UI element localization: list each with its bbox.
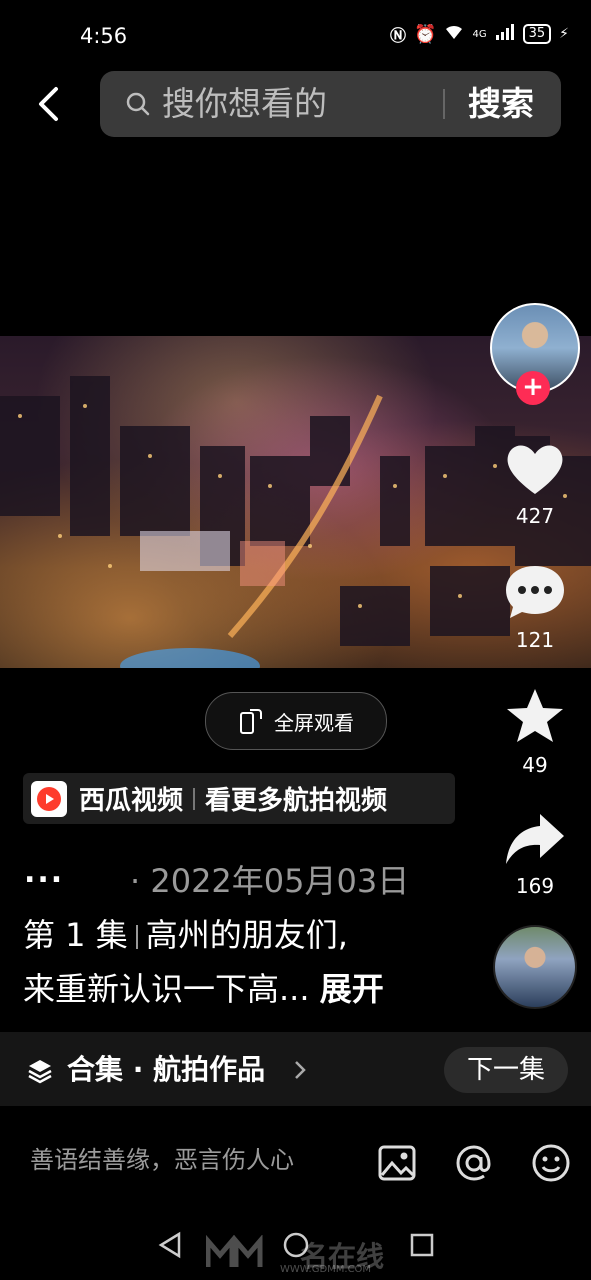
like-count: 427 <box>515 504 555 528</box>
xigua-desc: 看更多航拍视频 <box>205 786 388 816</box>
charging-icon: ⚡ <box>559 26 569 42</box>
alarm-icon: ⏰ <box>414 23 437 45</box>
music-disc[interactable] <box>493 925 577 1009</box>
battery-indicator: 35 <box>522 24 552 44</box>
caption-text-1: 高州的朋友们, <box>145 916 348 954</box>
emoji-icon[interactable] <box>530 1142 572 1184</box>
fullscreen-button[interactable]: 全屏观看 <box>205 692 387 750</box>
nav-recents-icon[interactable] <box>407 1230 437 1260</box>
comment-count: 121 <box>515 628 555 652</box>
comment-bubble-icon <box>506 566 564 618</box>
xigua-logo-icon <box>31 780 67 817</box>
xigua-divider <box>193 787 196 810</box>
status-time: 4:56 <box>80 24 128 48</box>
chevron-right-icon <box>291 1056 309 1084</box>
like-button[interactable] <box>500 438 570 498</box>
expand-button[interactable]: 展开 <box>320 970 384 1008</box>
network-type: 4G <box>472 28 487 40</box>
status-icons: Ⓝ ⏰ 4G 35 ⚡ <box>390 22 569 46</box>
layers-icon <box>26 1056 54 1084</box>
publish-date: · 2022年05月03日 <box>130 856 409 902</box>
heart-icon <box>507 445 563 494</box>
caption-line-1: 第 1 集高州的朋友们, <box>23 913 348 957</box>
search-divider <box>443 89 445 119</box>
image-icon[interactable] <box>376 1142 418 1184</box>
rotate-screen-icon <box>240 709 262 734</box>
follow-plus-button[interactable]: + <box>516 371 550 405</box>
xigua-name: 西瓜视频 <box>79 786 184 816</box>
share-button[interactable] <box>500 810 570 870</box>
date-prefix: · <box>130 862 141 900</box>
wifi-icon <box>444 24 464 44</box>
comment-input[interactable]: 善语结善缘，恶言伤人心 <box>30 1140 294 1180</box>
favorite-count: 49 <box>522 753 548 777</box>
search-button[interactable]: 搜索 <box>468 82 534 126</box>
caption-divider <box>135 925 138 949</box>
back-arrow-icon <box>39 87 58 121</box>
comment-button[interactable] <box>500 562 570 622</box>
xigua-banner[interactable]: 西瓜视频 看更多航拍视频 <box>23 773 455 824</box>
search-icon <box>124 90 152 118</box>
nfc-icon: Ⓝ <box>390 26 407 45</box>
collection-label[interactable]: 合集 · 航拍作品 <box>67 1051 265 1089</box>
nav-back-icon[interactable] <box>155 1230 185 1260</box>
caption-line-2: 来重新认识一下高... 展开 <box>23 967 384 1011</box>
author-name-truncated[interactable]: ... <box>24 855 64 890</box>
favorite-button[interactable] <box>500 686 570 746</box>
date-value: 2022年05月03日 <box>150 862 410 900</box>
share-arrow-icon <box>506 814 564 864</box>
fullscreen-label: 全屏观看 <box>274 710 354 735</box>
caption-text-2: 来重新认识一下高... <box>23 970 310 1008</box>
search-input[interactable]: 搜你想看的 <box>162 82 327 126</box>
signal-icon <box>495 24 515 44</box>
mention-icon[interactable] <box>453 1142 495 1184</box>
next-episode-button[interactable]: 下一集 <box>444 1047 568 1093</box>
watermark-url: WWW.GDMM.COM <box>280 1264 372 1275</box>
back-button[interactable] <box>28 82 68 126</box>
share-count: 169 <box>515 874 555 898</box>
star-icon <box>507 689 563 742</box>
watermark-logo-icon <box>205 1234 266 1276</box>
episode-label: 第 1 集 <box>23 916 128 954</box>
